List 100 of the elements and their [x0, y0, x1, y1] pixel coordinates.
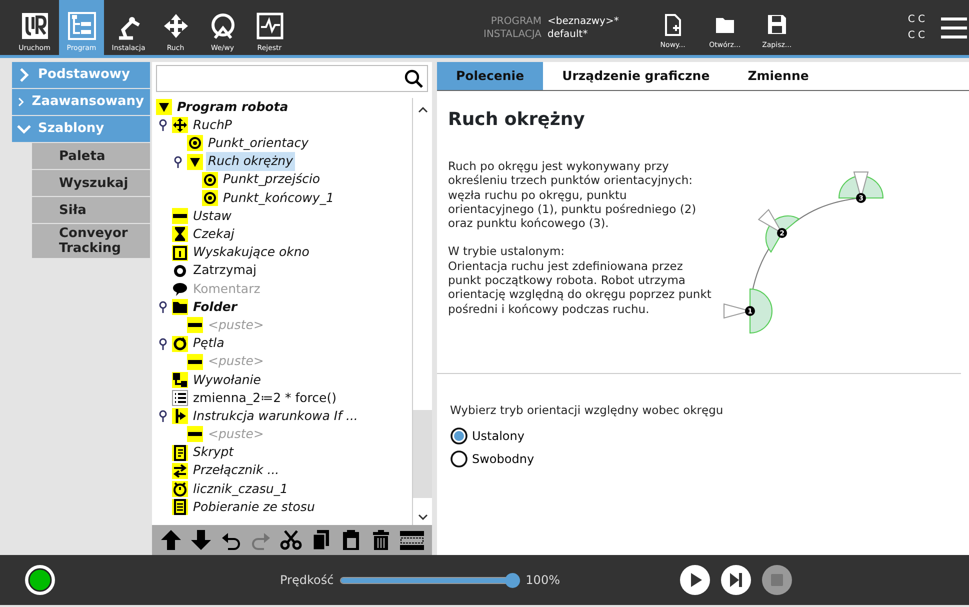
logo	[20, 12, 48, 40]
switch-arrows-icon	[172, 462, 188, 479]
loop-icon	[172, 336, 188, 352]
radio-option[interactable]: Ustalony	[450, 427, 969, 446]
program-tree-icon	[68, 12, 96, 40]
tree-node[interactable]: Czekaj	[191, 225, 236, 244]
new-file-icon	[662, 14, 683, 36]
tree-node[interactable]: Punkt_orientacy	[206, 134, 310, 153]
script-icon	[172, 444, 188, 461]
description-text: Ruch po okręgu jest wykonywany przy określeniu trzech punktów orientacyjnych: węzła ruchu po okręgu, punktu orientacyjnego (1), punktu pośredniego (2) oraz punktu końcowego (3).	[448, 159, 698, 230]
list-icon	[172, 390, 188, 406]
tree-node[interactable]: Folder	[191, 298, 240, 317]
tree-node[interactable]: Wyskakujące okno	[191, 243, 312, 262]
orientation-marker	[724, 288, 772, 334]
arrow-down-icon	[190, 529, 212, 551]
toolbar-button[interactable]	[370, 529, 392, 551]
toolbar-button[interactable]	[160, 529, 182, 551]
tree-node[interactable]: Punkt_końcowy_1	[221, 188, 336, 208]
clipboard-icon	[340, 529, 362, 551]
search-field[interactable]	[156, 65, 428, 92]
scrollbar-thumb[interactable]	[413, 410, 432, 498]
target-icon	[202, 172, 218, 188]
playback-button[interactable]	[680, 565, 710, 595]
template-button[interactable]: Siła	[32, 197, 150, 223]
collapse-handle[interactable]	[173, 156, 183, 168]
toolbar-button[interactable]	[340, 529, 362, 551]
orientation-prompt: Wybierz tryb orientacji względny wobec okręgu	[450, 402, 724, 419]
panel-title: Ruch okrężny	[448, 108, 586, 132]
info-label: PROGRAM	[490, 14, 542, 28]
move-arrows-icon	[172, 117, 188, 134]
mode-indicator: C C	[908, 12, 925, 26]
radio-unchecked[interactable]	[450, 450, 468, 468]
arrow-up-icon	[160, 529, 182, 551]
point-dot	[745, 306, 755, 316]
info-window-icon	[172, 244, 188, 261]
target-icon	[187, 135, 203, 152]
radio-checked[interactable]	[450, 427, 468, 446]
save-icon	[766, 14, 787, 36]
collapse-handle[interactable]	[158, 119, 168, 132]
description-text: W trybie ustalonym: Orientacja ruchu jest zdefiniowana przez punkt początkowy robota. Robot utrzyma orientację względną do okręgu poprzez punkt pośredni i końcowy podczas ruchu.	[448, 244, 712, 316]
speed-label: Prędkość	[280, 572, 334, 589]
search-icon[interactable]	[404, 68, 424, 88]
toolbar-button[interactable]	[400, 529, 424, 551]
chart-icon	[256, 12, 284, 40]
tree-node[interactable]: Pobieranie ze stosu	[191, 498, 317, 517]
speed-reading: 100%	[526, 572, 560, 589]
stop-hand-icon	[172, 262, 188, 279]
tree-node[interactable]: zmienna_2≔2 * force()	[191, 388, 338, 408]
call-blocks-icon	[172, 372, 188, 388]
power-status-icon[interactable]	[24, 564, 56, 596]
scissors-icon	[280, 529, 302, 551]
bar-icon	[187, 354, 203, 370]
tree-node[interactable]: Skrypt	[191, 443, 236, 462]
toolbar-button[interactable]	[280, 529, 302, 551]
orientation-marker	[838, 172, 884, 200]
collapse-handle[interactable]	[158, 410, 168, 422]
trash-icon	[370, 529, 392, 551]
tree-node[interactable]: licznik_czasu_1	[191, 480, 290, 498]
mode-indicator: C C	[908, 28, 925, 42]
tree-node[interactable]: Instrukcja warunkowa If ...	[191, 406, 360, 426]
stack-icon	[172, 499, 188, 516]
io-circle-icon	[208, 12, 236, 40]
tab[interactable]: Polecenie	[437, 62, 544, 90]
template-button[interactable]: Wyszukaj	[32, 170, 150, 196]
tab[interactable]: Urządzenie graficzne	[543, 62, 729, 90]
tree-node[interactable]: Ustaw	[191, 206, 234, 226]
dashed-bar-icon	[400, 529, 424, 551]
bar-icon	[172, 208, 188, 224]
template-button[interactable]: Conveyor Tracking	[32, 224, 150, 258]
tab[interactable]: Zmienne	[728, 62, 828, 90]
tree-node[interactable]: Ruch okrężny	[206, 152, 295, 172]
playback-button[interactable]	[720, 565, 751, 595]
speed-slider[interactable]	[340, 572, 520, 588]
tree-node[interactable]: Zatrzymaj	[191, 261, 259, 280]
tree-node[interactable]: Pętla	[191, 334, 226, 353]
tree-node[interactable]: RuchP	[191, 116, 234, 135]
menu-button[interactable]	[939, 16, 969, 40]
tree-node[interactable]: Przełącznik ...	[191, 461, 282, 480]
tree-node[interactable]: Wywołanie	[191, 370, 263, 390]
menu-icon	[941, 17, 967, 40]
collapse-handle[interactable]	[158, 301, 168, 314]
stopwatch-icon	[172, 481, 188, 498]
point-dot	[777, 228, 787, 238]
collapse-handle[interactable]	[158, 338, 168, 350]
target-icon	[202, 190, 218, 206]
bar-icon	[187, 317, 203, 334]
hourglass-icon	[172, 226, 188, 242]
scroll-up-icon[interactable]	[418, 107, 428, 113]
orientation-marker	[758, 208, 800, 253]
folder-icon	[172, 299, 188, 316]
toolbar-button[interactable]	[190, 529, 212, 551]
template-button[interactable]: Paleta	[32, 143, 150, 169]
speech-bubble-icon	[172, 280, 188, 297]
tree-node[interactable]: Punkt_przejścio	[221, 170, 322, 190]
branch-icon	[172, 408, 188, 424]
scroll-down-icon[interactable]	[418, 514, 428, 520]
move-arrows-icon	[162, 12, 190, 40]
point-dot	[856, 193, 866, 203]
tree-node[interactable]: Program robota	[175, 98, 290, 116]
radio-option[interactable]: Swobodny	[450, 450, 969, 468]
